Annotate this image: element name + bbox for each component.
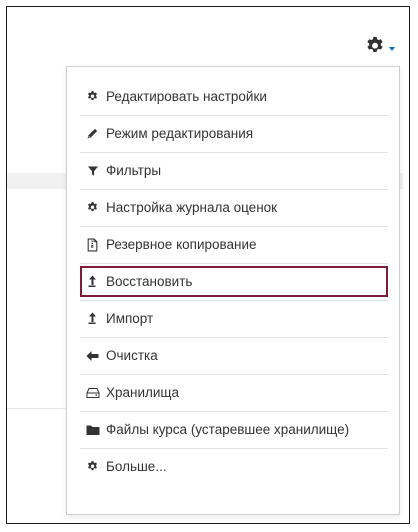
menu-item-label: Восстановить [106, 274, 193, 289]
menu-item-edit-settings[interactable]: Редактировать настройки [80, 81, 388, 112]
menu-item-label: Файлы курса (устаревшее хранилище) [106, 422, 350, 437]
filter-icon [85, 163, 100, 178]
menu-item-restore[interactable]: Восстановить [80, 266, 388, 297]
menu-item-label: Импорт [106, 311, 154, 326]
settings-menu-toggle[interactable] [364, 35, 395, 62]
menu-item-label: Очистка [106, 348, 158, 363]
menu-item-label: Настройка журнала оценок [106, 200, 278, 215]
menu-item-backup[interactable]: Резервное копирование [80, 229, 388, 260]
menu-separator [80, 374, 388, 375]
menu-separator [80, 115, 388, 116]
menu-separator [80, 152, 388, 153]
menu-item-label: Редактировать настройки [106, 89, 267, 104]
menu-item-filters[interactable]: Фильтры [80, 155, 388, 186]
settings-dropdown-menu: Редактировать настройки Режим редактиров… [66, 66, 400, 515]
gear-icon [85, 459, 100, 474]
caret-down-icon [389, 47, 395, 51]
menu-separator [80, 337, 388, 338]
menu-item-gradebook-setup[interactable]: Настройка журнала оценок [80, 192, 388, 223]
menu-item-repositories[interactable]: Хранилища [80, 377, 388, 408]
file-archive-icon [85, 237, 100, 252]
gear-icon [364, 35, 386, 62]
menu-item-more[interactable]: Больше... [80, 451, 388, 482]
upload-arrow-icon [85, 311, 100, 326]
menu-item-label: Хранилища [106, 385, 180, 400]
menu-item-reset[interactable]: Очистка [80, 340, 388, 371]
menu-item-label: Больше... [106, 459, 167, 474]
menu-item-edit-mode[interactable]: Режим редактирования [80, 118, 388, 149]
pencil-icon [85, 126, 100, 141]
menu-item-label: Резервное копирование [106, 237, 257, 252]
menu-item-label: Фильтры [106, 163, 162, 178]
drive-icon [85, 385, 100, 400]
menu-separator [80, 226, 388, 227]
menu-separator [80, 448, 388, 449]
folder-icon [85, 422, 100, 437]
menu-separator [80, 189, 388, 190]
upload-arrow-icon [85, 274, 100, 289]
arrow-left-icon [85, 348, 100, 363]
gear-icon [85, 200, 100, 215]
gear-icon [85, 89, 100, 104]
menu-separator [80, 263, 388, 264]
content-divider [7, 408, 65, 409]
menu-separator [80, 300, 388, 301]
menu-item-legacy-files[interactable]: Файлы курса (устаревшее хранилище) [80, 414, 388, 445]
menu-item-label: Режим редактирования [106, 126, 254, 141]
menu-item-import[interactable]: Импорт [80, 303, 388, 334]
menu-separator [80, 411, 388, 412]
